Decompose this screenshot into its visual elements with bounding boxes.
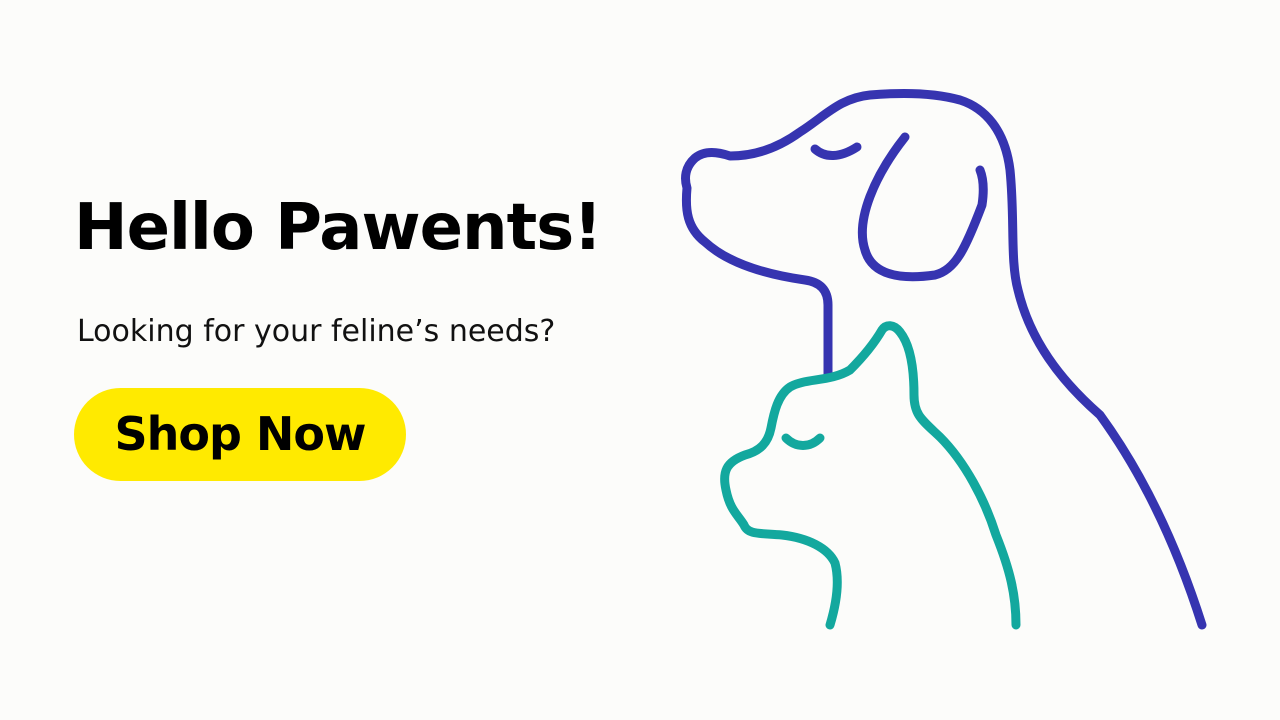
hero-banner: Hello Pawents! Looking for your feline’s… xyxy=(0,0,1280,720)
cat-outline-icon xyxy=(720,321,1021,630)
hero-headline: Hello Pawents! xyxy=(74,191,602,265)
hero-subline: Looking for your feline’s needs? xyxy=(77,314,556,349)
pets-illustration xyxy=(660,70,1260,670)
shop-now-button[interactable]: Shop Now xyxy=(74,388,406,481)
